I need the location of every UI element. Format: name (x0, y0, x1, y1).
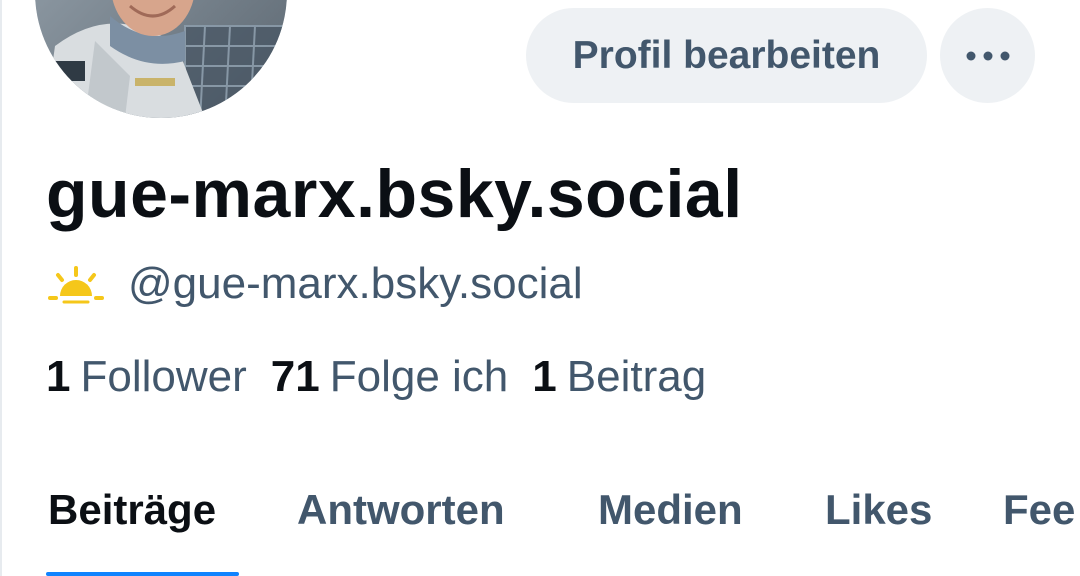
tab-likes[interactable]: Likes (825, 486, 932, 534)
tab-media[interactable]: Medien (598, 486, 743, 534)
ellipsis-icon (966, 51, 1009, 60)
handle[interactable]: @gue-marx.bsky.social (128, 259, 583, 309)
tab-replies[interactable]: Antworten (297, 486, 505, 534)
sunrise-icon (48, 266, 104, 304)
following-stat[interactable]: 71 Folge ich (271, 352, 509, 402)
profile-stats: 1 Follower 71 Folge ich 1 Beitrag (46, 348, 730, 406)
following-label: Folge ich (329, 352, 509, 401)
handle-row: @gue-marx.bsky.social (46, 256, 583, 312)
posts-count: 1 (532, 352, 557, 401)
profile-photo (35, 0, 287, 118)
tab-posts[interactable]: Beiträge (48, 486, 216, 534)
followers-count: 1 (46, 352, 71, 401)
following-count: 71 (270, 352, 320, 401)
more-options-button[interactable] (940, 8, 1035, 103)
display-name: gue-marx.bsky.social (46, 156, 743, 232)
avatar[interactable] (35, 0, 287, 118)
followers-label: Follower (80, 352, 247, 401)
posts-label: Beitrag (566, 352, 707, 401)
active-tab-indicator (46, 572, 239, 576)
edit-profile-button[interactable]: Profil bearbeiten (526, 8, 927, 103)
posts-stat: 1 Beitrag (532, 352, 706, 402)
followers-stat[interactable]: 1 Follower (46, 352, 247, 402)
tab-feeds[interactable]: Fee (1003, 486, 1075, 534)
profile-tabs: Beiträge Antworten Medien Likes Fee (0, 470, 1080, 576)
